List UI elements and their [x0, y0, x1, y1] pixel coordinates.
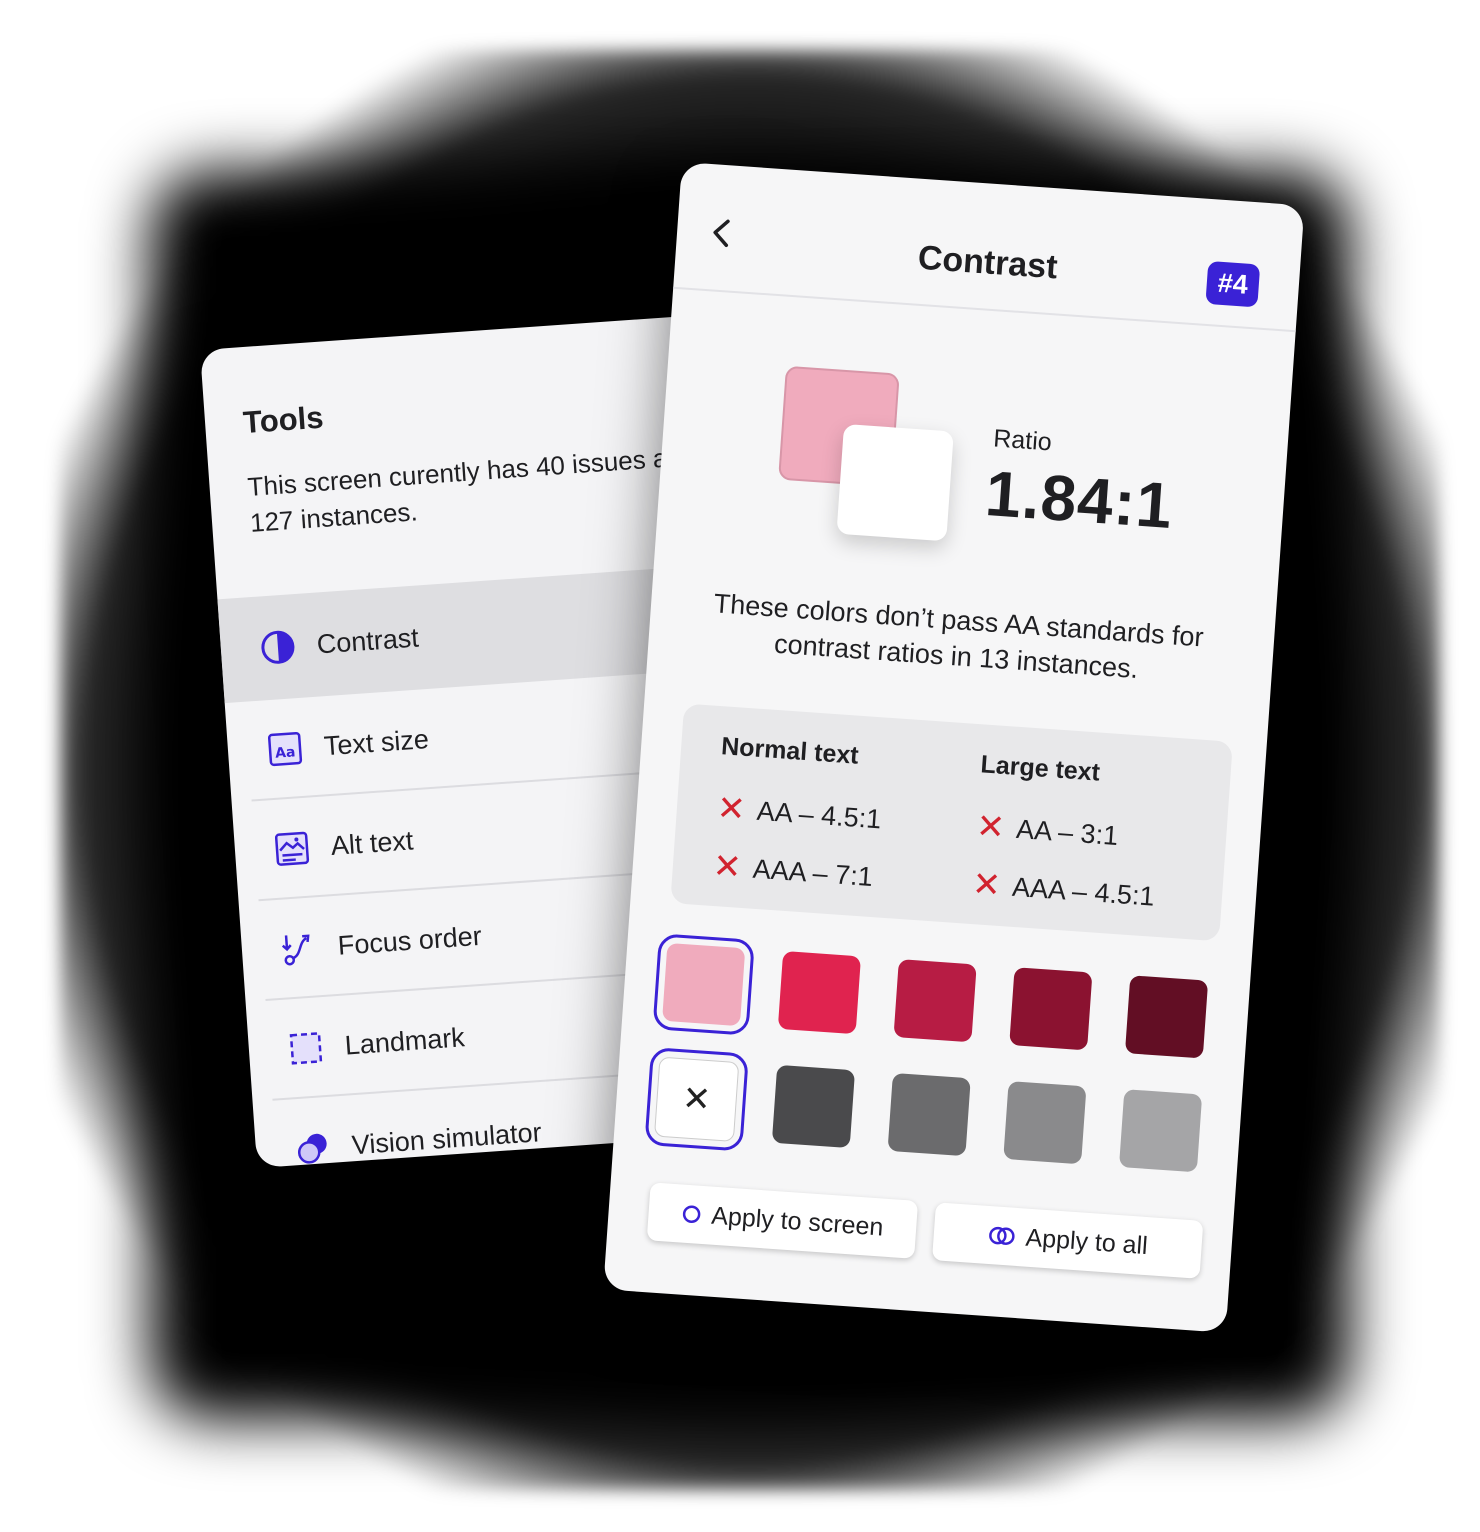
- svg-text:Aa: Aa: [275, 744, 296, 761]
- standard-row: ✕ AAA – 4.5:1: [970, 855, 1156, 926]
- standard-label: AAA – 4.5:1: [1011, 871, 1156, 912]
- ratio-label: Ratio: [992, 424, 1053, 457]
- large-text-column: Large text ✕ AA – 3:1 ✕ AAA – 4.5:1: [970, 750, 1164, 925]
- contrast-message: These colors don’t pass AA standards for…: [712, 588, 1205, 685]
- apply-to-screen-button[interactable]: Apply to screen: [646, 1182, 919, 1259]
- normal-text-heading: Normal text: [720, 732, 860, 770]
- color-swatch[interactable]: [893, 959, 977, 1043]
- contrast-panel: Contrast #4 Ratio 1.84:1 These colors do…: [603, 162, 1305, 1333]
- tool-item-label: Text size: [322, 723, 430, 761]
- linked-circles-icon: [987, 1225, 1016, 1247]
- apply-to-all-button[interactable]: Apply to all: [932, 1202, 1204, 1279]
- color-swatch[interactable]: [1003, 1081, 1087, 1165]
- contrast-icon: [258, 627, 299, 668]
- focus-order-icon: [279, 928, 320, 969]
- issue-number-badge: #4: [1205, 260, 1261, 308]
- background-palette-row: ✕: [644, 1047, 1218, 1176]
- standard-label: AAA – 7:1: [751, 853, 874, 892]
- color-swatch[interactable]: [652, 933, 755, 1036]
- vision-simulator-icon: [293, 1128, 334, 1168]
- text-size-icon: Aa: [265, 729, 306, 770]
- circle-icon: [681, 1204, 702, 1225]
- no-color-swatch[interactable]: ✕: [644, 1047, 749, 1152]
- landmark-icon: [286, 1028, 327, 1069]
- standard-row: ✕ AAA – 7:1: [711, 837, 879, 906]
- fail-icon: ✕: [975, 807, 1007, 848]
- foreground-palette-row: [652, 933, 1226, 1060]
- background-color-swatch[interactable]: [836, 423, 954, 542]
- tools-title: Tools: [241, 399, 325, 441]
- fail-icon: ✕: [715, 789, 747, 829]
- large-text-heading: Large text: [979, 750, 1101, 787]
- apply-to-screen-label: Apply to screen: [710, 1201, 885, 1242]
- tool-item-label: Alt text: [329, 824, 415, 861]
- color-swatch[interactable]: [1118, 1089, 1203, 1173]
- alt-text-icon: [272, 829, 313, 870]
- standards-box: Normal text ✕ AA – 4.5:1 ✕ AAA – 7:1 Lar…: [670, 703, 1233, 942]
- fail-icon: ✕: [711, 846, 743, 887]
- fail-icon: ✕: [971, 865, 1003, 905]
- tool-item-label: Contrast: [315, 621, 420, 660]
- color-swatch[interactable]: [777, 950, 862, 1035]
- color-swatch[interactable]: [1124, 975, 1209, 1059]
- color-swatch[interactable]: [887, 1072, 971, 1157]
- color-swatch[interactable]: [1009, 967, 1093, 1051]
- color-palette: ✕: [644, 933, 1226, 1212]
- normal-text-column: Normal text ✕ AA – 4.5:1 ✕ AAA – 7:1: [711, 732, 887, 906]
- apply-to-all-label: Apply to all: [1024, 1223, 1149, 1260]
- color-swatch[interactable]: [771, 1064, 856, 1149]
- tool-item-label: Landmark: [343, 1021, 466, 1061]
- standard-label: AA – 4.5:1: [755, 795, 883, 834]
- standard-label: AA – 3:1: [1015, 813, 1120, 851]
- tool-item-label: Focus order: [336, 920, 483, 961]
- ratio-value: 1.84:1: [983, 457, 1176, 542]
